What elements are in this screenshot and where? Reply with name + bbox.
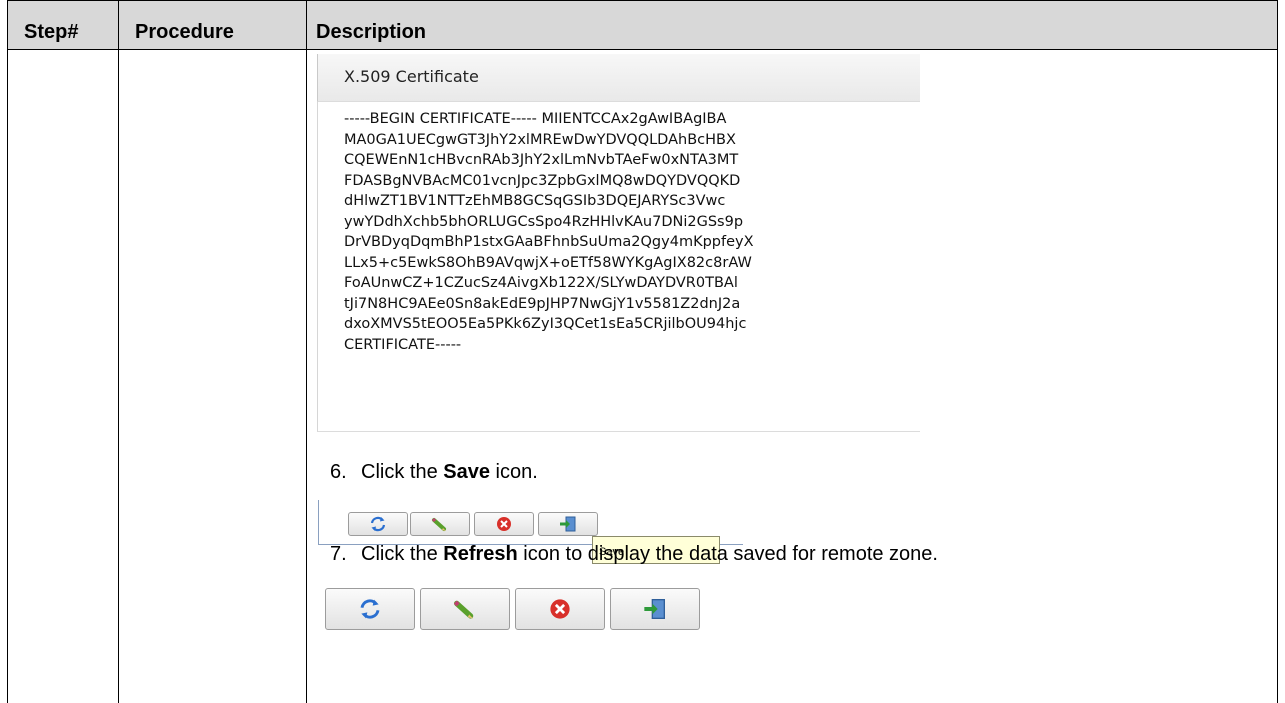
certificate-line: MA0GA1UECgwGT3JhY2xlMREwDwYDVQQLDAhBcHBX: [344, 131, 736, 148]
certificate-line: dHlwZT1BV1NTTzEhMB8GCSqGSIb3DQEJARYSc3Vw…: [344, 193, 726, 209]
delete-icon: [550, 599, 570, 619]
certificate-line: FoAUnwCZ+1CZucSz4AivgXb122X/SLYwDAYDVR0T…: [344, 275, 738, 291]
toolbar-frame-left: [318, 500, 319, 544]
edit-pencil-icon: [453, 600, 474, 619]
certificate-line: DrVBDyqDqmBhP1stxGAaBFhnbSuUma2Qgy4mKppf…: [344, 234, 754, 250]
edit-button-small[interactable]: [410, 512, 470, 536]
step-number: 7.: [330, 543, 347, 565]
certificate-header: X.509 Certificate: [317, 54, 920, 102]
save-button-small[interactable]: [538, 512, 598, 536]
step-number: 6.: [330, 461, 347, 483]
table-col-divider-2: [306, 0, 307, 703]
refresh-icon: [360, 599, 380, 619]
step-6-instruction: 6. Click the Save icon.: [330, 461, 538, 483]
step-7-instruction: 7. Click the Refresh icon to display the …: [330, 543, 938, 565]
certificate-line: LLx5+c5EwkS8OhB9AVqwjX+oETf58WYKgAgIX82c…: [344, 254, 752, 271]
table-right-border: [1277, 0, 1278, 703]
edit-pencil-icon: [431, 517, 446, 531]
table-header-divider: [7, 49, 1278, 50]
refresh-button-small[interactable]: [348, 512, 408, 536]
header-procedure: Procedure: [135, 21, 234, 43]
certificate-line: CQEWEnN1cHBvcnRAb3JhY2xlLmNvbTAeFw0xNTA3…: [344, 152, 739, 168]
certificate-line: ywYDdhXchb5bhORLUGCsSpo4RzHHlvKAu7DNi2GS…: [344, 213, 744, 230]
save-icon: [560, 516, 576, 532]
certificate-line: -----BEGIN CERTIFICATE----- MIIENTCCAx2g…: [344, 111, 727, 127]
certificate-body[interactable]: -----BEGIN CERTIFICATE----- MIIENTCCAx2g…: [317, 102, 920, 432]
save-button[interactable]: [610, 588, 700, 630]
refresh-label: Refresh: [443, 543, 518, 565]
certificate-title: X.509 Certificate: [344, 67, 479, 86]
certificate-text: -----BEGIN CERTIFICATE----- MIIENTCCAx2g…: [344, 109, 920, 355]
refresh-icon: [370, 516, 386, 532]
delete-icon: [497, 517, 511, 531]
table-col-divider-1: [118, 0, 119, 703]
table-left-border: [7, 0, 8, 703]
certificate-line: FDASBgNVBAcMC01vcnJpc3ZpbGxlMQ8wDQYDVQQK…: [344, 172, 741, 189]
table-top-border: [7, 0, 1278, 1]
edit-button[interactable]: [420, 588, 510, 630]
save-label: Save: [443, 461, 490, 483]
save-icon: [644, 599, 665, 619]
certificate-line: dxoXMVS5tEOO5Ea5PKk6ZyI3QCet1sEa5CRjilbO…: [344, 316, 747, 332]
header-description: Description: [316, 21, 427, 43]
certificate-line: tJi7N8HC9AEe0Sn8akEdE9pJHP7NwGjY1v5581Z2…: [344, 295, 741, 312]
certificate-line: CERTIFICATE-----: [344, 336, 462, 353]
header-step: Step#: [24, 21, 79, 43]
delete-button[interactable]: [515, 588, 605, 630]
refresh-button[interactable]: [325, 588, 415, 630]
certificate-panel: X.509 Certificate -----BEGIN CERTIFICATE…: [312, 54, 920, 432]
delete-button-small[interactable]: [474, 512, 534, 536]
